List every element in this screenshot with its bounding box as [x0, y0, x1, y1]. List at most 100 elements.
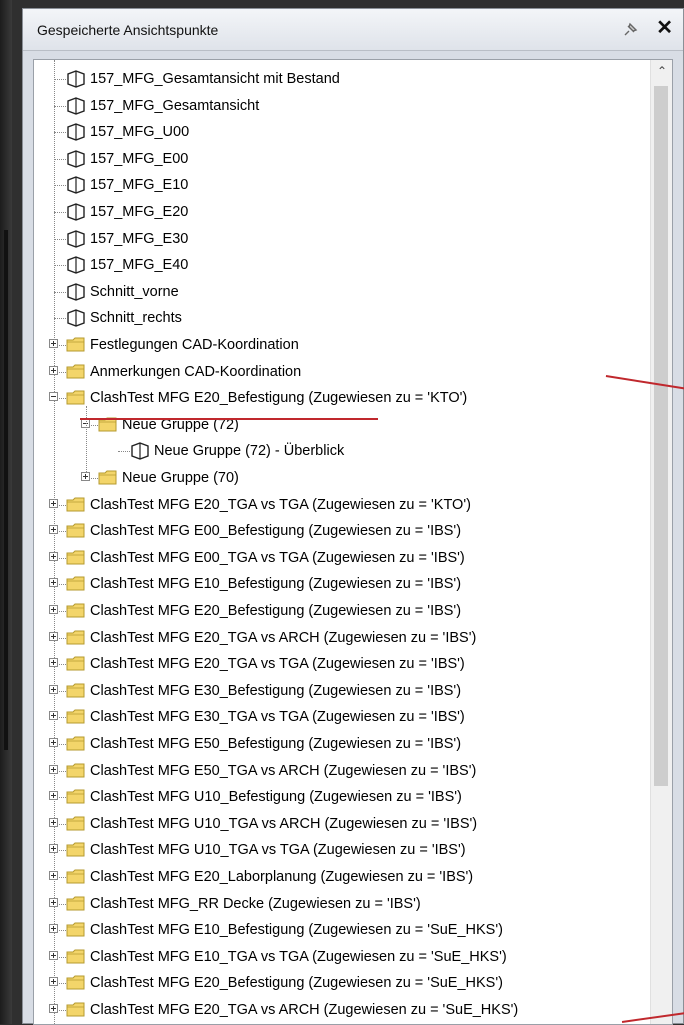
tree-item-label: 157_MFG_E10 [90, 177, 189, 194]
expand-toggle-icon[interactable] [49, 924, 58, 934]
tree-folder-row[interactable]: ClashTest MFG E50_Befestigung (Zugewiese… [34, 731, 650, 757]
vertical-scrollbar[interactable]: ⌃ [650, 60, 672, 1024]
scroll-up-arrow-icon[interactable]: ⌃ [651, 64, 672, 82]
tree-folder-row[interactable]: ClashTest MFG E30_Befestigung (Zugewiese… [34, 678, 650, 704]
tree-item-label: Neue Gruppe (72) - Überblick [154, 443, 345, 460]
tree-item-label: ClashTest MFG E50_Befestigung (Zugewiese… [90, 736, 462, 752]
expand-toggle-icon[interactable] [49, 897, 58, 907]
tree-folder-row[interactable]: ClashTest MFG E20_Laborplanung (Zugewies… [34, 864, 650, 890]
folder-icon [66, 762, 86, 780]
expand-toggle-icon[interactable] [49, 1004, 58, 1013]
saved-viewpoints-panel: Gespeicherte Ansichtspunkte ✕ 157_MFG_Ge… [22, 8, 684, 1025]
folder-icon [66, 895, 86, 913]
folder-icon [66, 496, 86, 514]
tree-folder-row[interactable]: ClashTest MFG E10_Befestigung (Zugewiese… [34, 571, 650, 597]
tree-connector [54, 212, 66, 213]
tree-item-label: ClashTest MFG E00_TGA vs TGA (Zugewiesen… [90, 549, 465, 566]
folder-icon [66, 549, 86, 567]
scrollbar-thumb[interactable] [654, 86, 668, 786]
tree-folder-row[interactable]: ClashTest MFG E20_Befestigung (Zugewiese… [34, 598, 650, 624]
tree-viewpoint-row[interactable]: Neue Gruppe (72) - Überblick [34, 438, 650, 464]
tree-viewpoint-row[interactable]: 157_MFG_E40 [34, 252, 650, 278]
tree-folder-row[interactable]: ClashTest MFG E00_Befestigung (Zugewiese… [34, 518, 650, 544]
tree-viewpoint-row[interactable]: 157_MFG_E20 [34, 199, 650, 225]
tree-item-label: ClashTest MFG E10_Befestigung (Zugewiese… [90, 576, 462, 593]
expand-toggle-icon[interactable] [49, 977, 58, 987]
tree-folder-row[interactable]: Neue Gruppe (70) [34, 465, 650, 491]
expand-toggle-icon[interactable] [49, 658, 58, 668]
tree-folder-row[interactable]: ClashTest MFG_RR Decke (Zugewiesen zu = … [34, 891, 650, 917]
tree-folder-row[interactable]: ClashTest MFG E10_TGA vs TGA (Zugewiesen… [34, 944, 650, 970]
expand-toggle-icon[interactable] [49, 684, 58, 694]
tree-folder-row[interactable]: ClashTest MFG U10_TGA vs ARCH (Zugewiese… [34, 811, 650, 837]
expand-toggle-icon[interactable] [49, 844, 58, 854]
expand-toggle-icon[interactable] [81, 472, 90, 481]
folder-icon [66, 841, 86, 859]
expand-toggle-icon[interactable] [49, 871, 58, 880]
expand-toggle-icon[interactable] [49, 551, 58, 561]
tree-folder-row[interactable]: ClashTest MFG E20_TGA vs ARCH (Zugewiese… [34, 625, 650, 651]
tree-folder-row[interactable]: ClashTest MFG E20_TGA vs TGA (Zugewiesen… [34, 492, 650, 518]
tree-folder-row[interactable]: ClashTest MFG E20_TGA vs ARCH (Zugewiese… [34, 997, 650, 1023]
tree-folder-row[interactable]: ClashTest MFG U10_Befestigung (Zugewiese… [34, 784, 650, 810]
viewpoint-camera-icon [66, 150, 86, 168]
close-icon[interactable]: ✕ [656, 17, 673, 39]
tree-viewpoint-row[interactable]: 157_MFG_Gesamtansicht mit Bestand [34, 66, 650, 92]
viewpoint-camera-icon [66, 123, 86, 141]
tree-folder-row[interactable]: Neue Gruppe (72) [34, 412, 650, 438]
expand-toggle-icon[interactable] [49, 605, 58, 614]
folder-icon [66, 815, 86, 833]
tree-item-label: Neue Gruppe (70) [122, 470, 239, 486]
expand-toggle-icon[interactable] [49, 711, 58, 721]
tree-viewpoint-row[interactable]: 157_MFG_E30 [34, 226, 650, 252]
tree-item-label: ClashTest MFG E50_TGA vs ARCH (Zugewiese… [90, 762, 477, 779]
tree-viewpoint-row[interactable]: 157_MFG_E00 [34, 146, 650, 172]
folder-icon [66, 735, 86, 753]
tree-folder-row[interactable]: ClashTest MFG E30_TGA vs TGA (Zugewiesen… [34, 704, 650, 730]
tree-viewpoint-row[interactable]: Schnitt_vorne [34, 279, 650, 305]
tree-viewpoint-row[interactable]: 157_MFG_E10 [34, 172, 650, 198]
tree-item-label: 157_MFG_E00 [90, 150, 189, 167]
tree-folder-row[interactable]: ClashTest MFG E20_Befestigung (Zugewiese… [34, 970, 650, 996]
expand-toggle-icon[interactable] [49, 791, 58, 801]
expand-toggle-icon[interactable] [49, 525, 58, 535]
folder-icon [66, 682, 86, 700]
pin-icon[interactable] [621, 21, 639, 39]
expand-toggle-icon[interactable] [49, 817, 58, 827]
expand-toggle-icon[interactable] [49, 764, 58, 774]
viewpoint-camera-icon [66, 203, 86, 221]
tree-connector [54, 158, 66, 160]
expand-toggle-icon[interactable] [49, 950, 58, 960]
tree-item-label: ClashTest MFG E20_Befestigung (Zugewiese… [90, 975, 503, 992]
collapse-toggle-icon[interactable] [49, 392, 58, 402]
tree-item-label: ClashTest MFG E20_Laborplanung (Zugewies… [90, 869, 474, 885]
tree-connector [54, 291, 66, 293]
tree-folder-row[interactable]: Anmerkungen CAD-Koordination [34, 359, 650, 385]
tree-item-label: ClashTest MFG E30_Befestigung (Zugewiese… [90, 682, 462, 699]
tree-item-label: ClashTest MFG E20_TGA vs ARCH (Zugewiese… [90, 1002, 519, 1018]
viewpoint-camera-icon [66, 256, 86, 274]
viewpoint-tree-view[interactable]: 157_MFG_Gesamtansicht mit Bestand 157_MFG… [33, 59, 673, 1025]
expand-toggle-icon[interactable] [49, 631, 58, 641]
expand-toggle-icon[interactable] [49, 738, 58, 747]
viewpoint-camera-icon [66, 176, 86, 195]
tree-folder-row[interactable]: Festlegungen CAD-Koordination [34, 332, 650, 358]
tree-connector [54, 105, 66, 107]
viewpoint-camera-icon [66, 70, 86, 88]
folder-icon [66, 575, 86, 593]
expand-toggle-icon[interactable] [49, 578, 58, 588]
tree-folder-row[interactable]: ClashTest MFG E00_TGA vs TGA (Zugewiesen… [34, 545, 650, 571]
expand-toggle-icon[interactable] [49, 339, 58, 348]
expand-toggle-icon[interactable] [49, 365, 58, 375]
folder-icon [98, 469, 118, 487]
expand-toggle-icon[interactable] [49, 498, 58, 508]
tree-folder-row[interactable]: ClashTest MFG U10_TGA vs TGA (Zugewiesen… [34, 837, 650, 863]
tree-folder-row[interactable]: ClashTest MFG E10_Befestigung (Zugewiese… [34, 917, 650, 943]
tree-viewpoint-row[interactable]: 157_MFG_Gesamtansicht [34, 93, 650, 119]
tree-folder-row[interactable]: ClashTest MFG E20_TGA vs TGA (Zugewiesen… [34, 651, 650, 677]
folder-icon [66, 336, 86, 354]
tree-folder-row[interactable]: ClashTest MFG E20_Befestigung (Zugewiese… [34, 385, 650, 411]
tree-viewpoint-row[interactable]: 157_MFG_U00 [34, 119, 650, 145]
tree-viewpoint-row[interactable]: Schnitt_rechts [34, 305, 650, 331]
tree-folder-row[interactable]: ClashTest MFG E50_TGA vs ARCH (Zugewiese… [34, 758, 650, 784]
